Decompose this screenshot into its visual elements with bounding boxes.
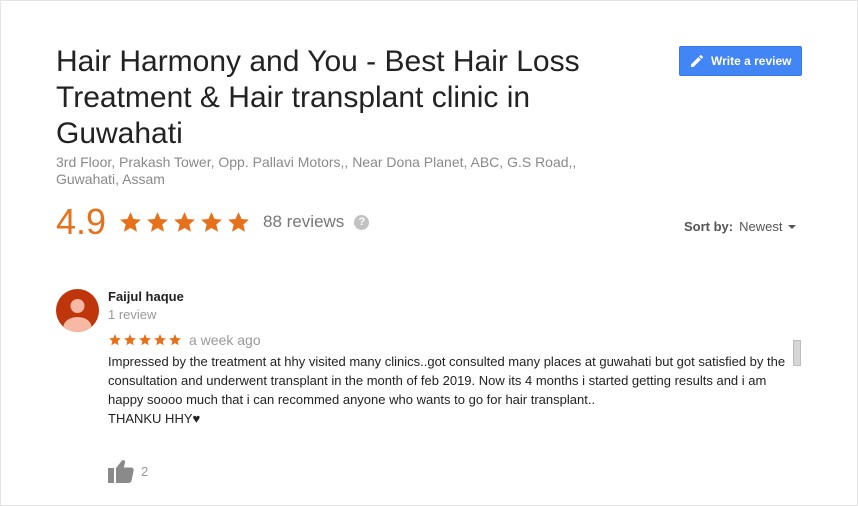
- sort-label: Sort by:: [684, 219, 734, 234]
- star-icon: [169, 334, 181, 346]
- pencil-icon: [691, 54, 704, 67]
- sort-dropdown[interactable]: Sort by: Newest: [684, 219, 797, 234]
- star-icon: [120, 211, 141, 232]
- review-body: Impressed by the treatment at hhy visite…: [108, 354, 786, 407]
- star-icon: [174, 211, 195, 232]
- user-avatar-icon: [56, 289, 99, 332]
- star-icon: [139, 334, 151, 346]
- star-icon: [228, 211, 249, 232]
- avatar[interactable]: [56, 289, 99, 332]
- like-count: 2: [141, 463, 149, 479]
- write-review-button[interactable]: Write a review: [679, 46, 802, 76]
- review-signoff: THANKU HHY♥: [108, 411, 201, 426]
- star-icon: [201, 211, 222, 232]
- review-rating: a week ago: [108, 332, 261, 348]
- review-count[interactable]: 88 reviews: [263, 212, 344, 232]
- chevron-down-icon[interactable]: [788, 224, 797, 229]
- business-address: 3rd Floor, Prakash Tower, Opp. Pallavi M…: [56, 154, 577, 187]
- star-icon: [124, 334, 136, 346]
- review-text: Impressed by the treatment at hhy visite…: [108, 352, 788, 428]
- thumbs-up-icon: [108, 460, 134, 483]
- star-icon: [147, 211, 168, 232]
- review-stars: [108, 333, 182, 347]
- business-title: Hair Harmony and You - Best Hair Loss Tr…: [56, 45, 580, 150]
- review-date: a week ago: [189, 332, 261, 348]
- reviewer-review-count: 1 review: [108, 307, 157, 322]
- write-review-label: Write a review: [711, 54, 792, 68]
- sort-value[interactable]: Newest: [739, 219, 782, 234]
- scrollbar-thumb[interactable]: [793, 340, 801, 366]
- rating-summary: 4.9 88 reviews ?: [56, 200, 370, 244]
- rating-value: 4.9: [56, 201, 107, 242]
- star-icon: [154, 334, 166, 346]
- reviewer-name[interactable]: Faijul haque: [108, 289, 184, 304]
- rating-stars: [118, 210, 251, 235]
- help-icon[interactable]: ?: [354, 214, 370, 230]
- like-button[interactable]: 2: [108, 459, 148, 483]
- star-icon: [109, 334, 121, 346]
